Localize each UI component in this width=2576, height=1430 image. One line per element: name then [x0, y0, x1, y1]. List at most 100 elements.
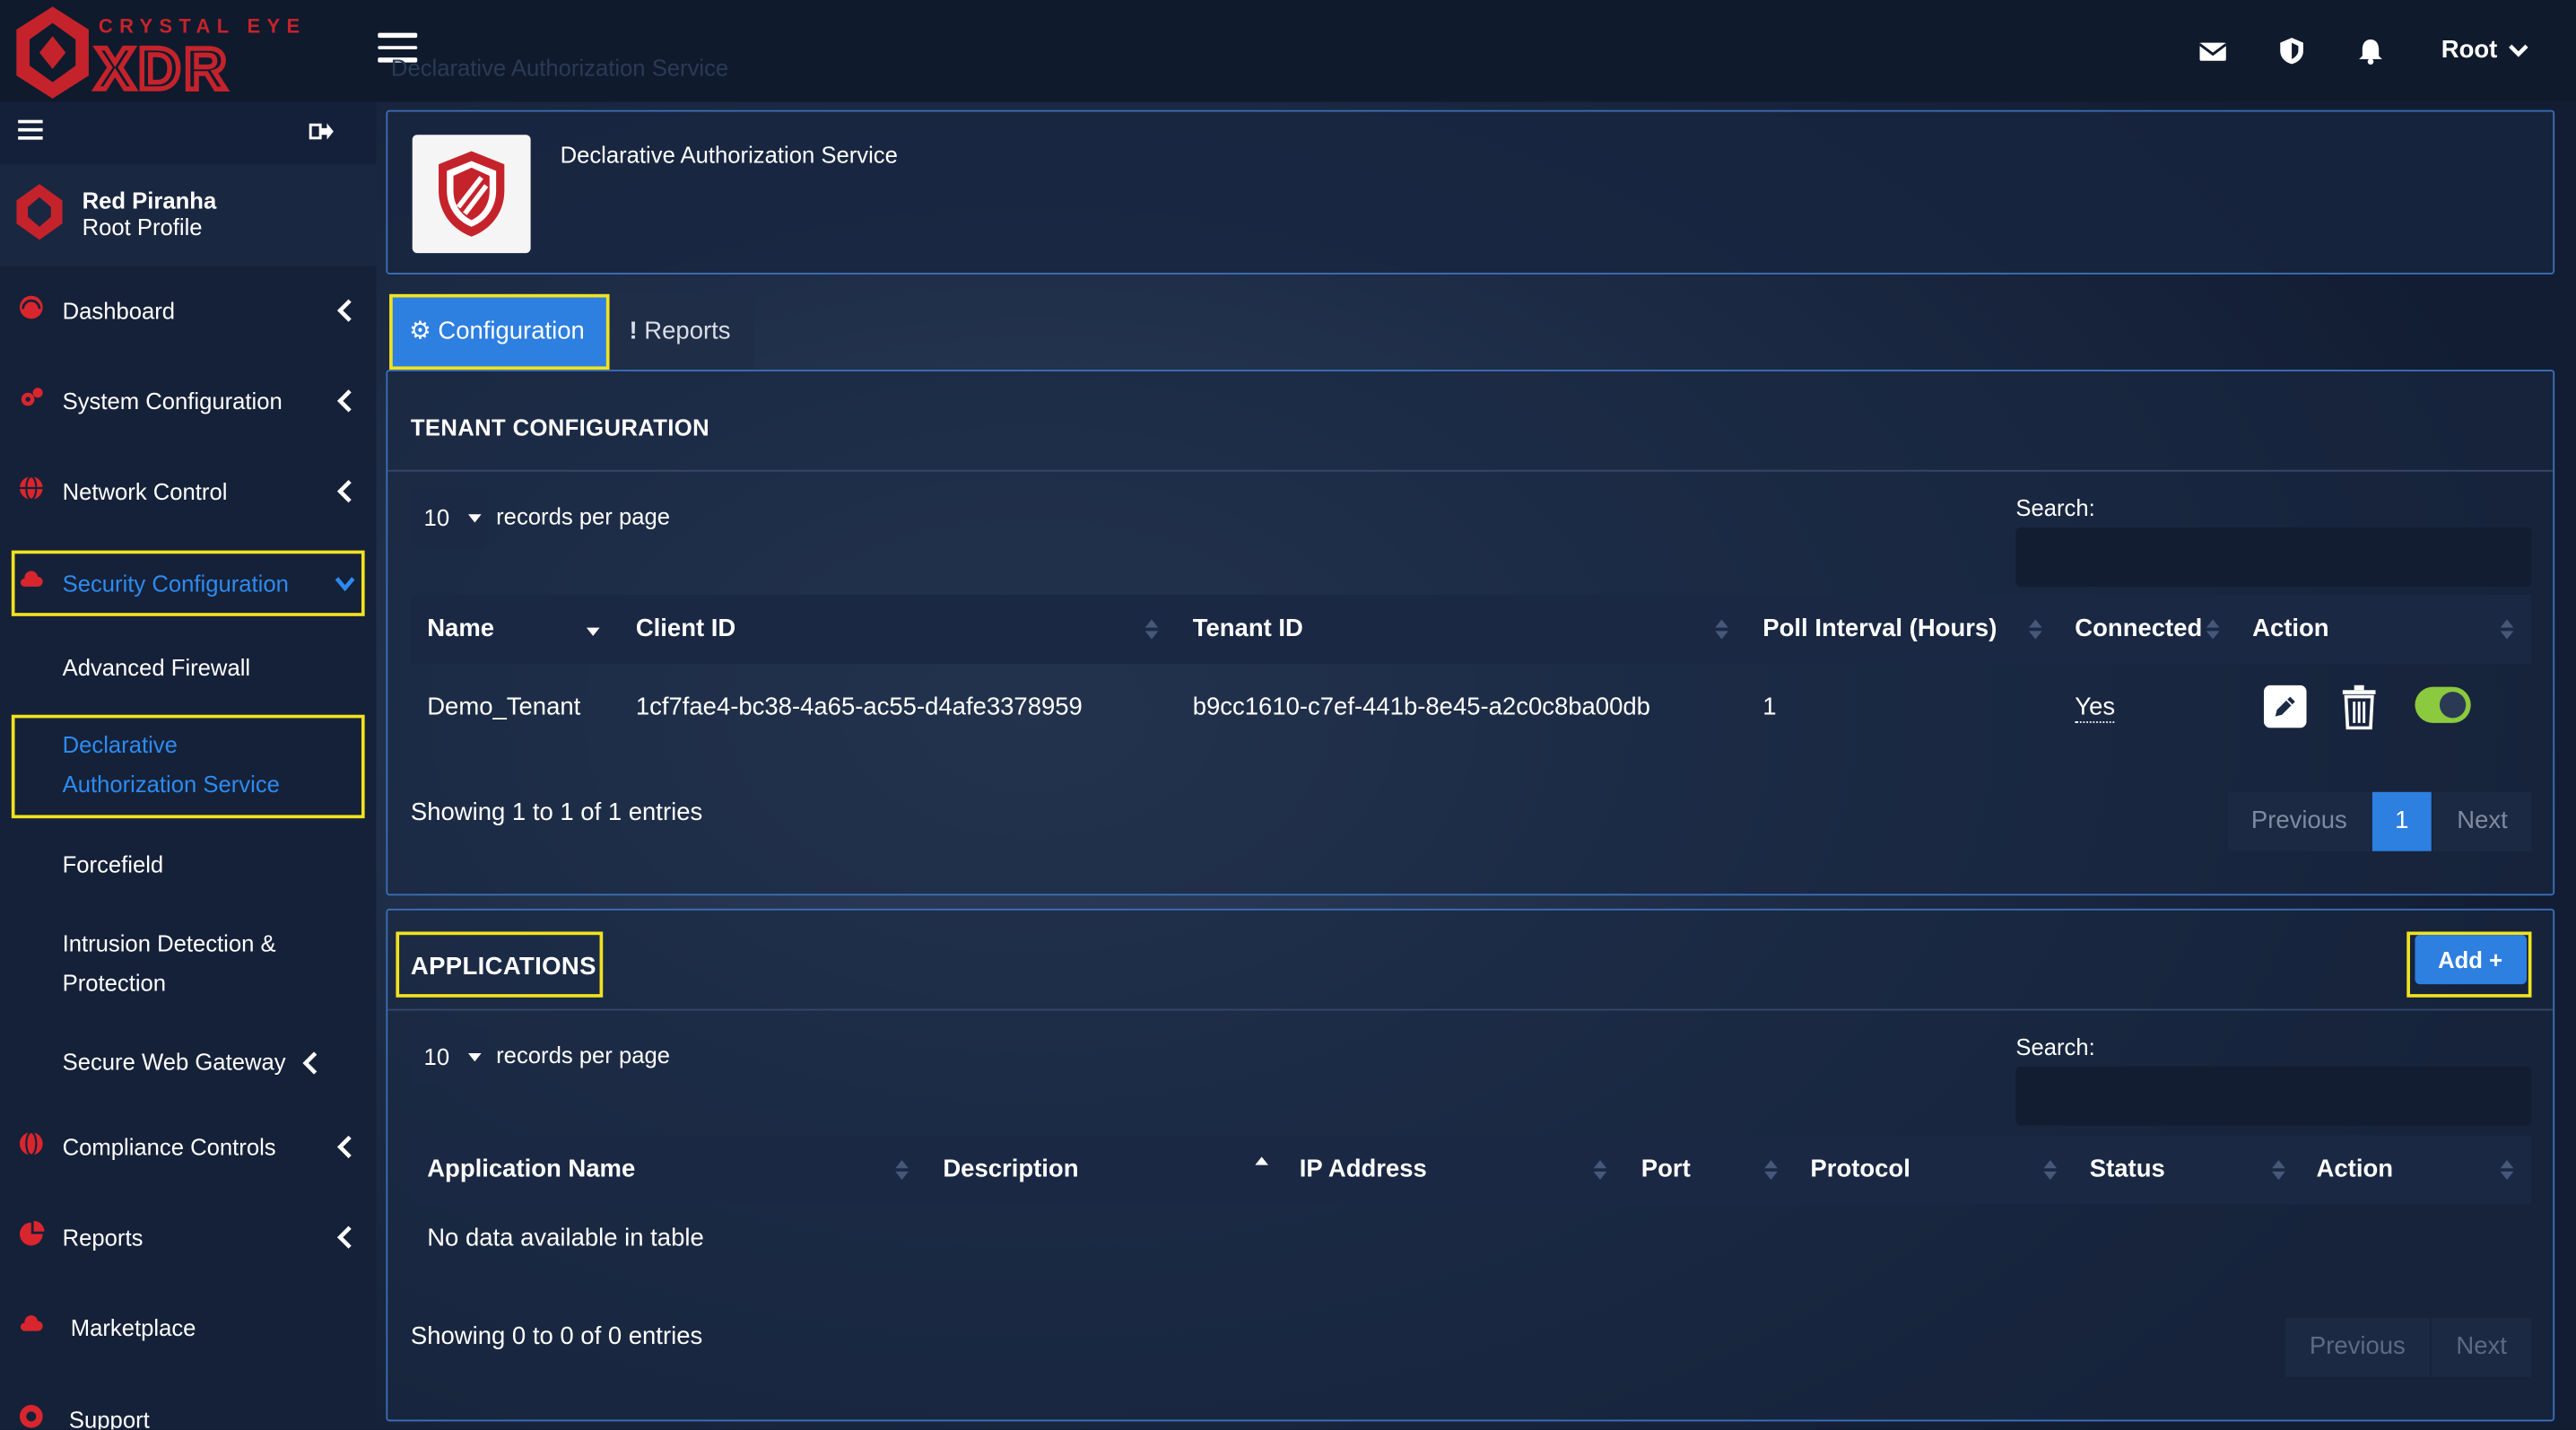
- sidebar-subitem-intrusion-detection[interactable]: Intrusion Detection & Protection: [0, 923, 376, 1002]
- profile-role: Root Profile: [82, 214, 203, 240]
- shield-icon[interactable]: [2277, 36, 2307, 65]
- column-header-description[interactable]: Description: [943, 1155, 1078, 1183]
- sidebar-item-label: Marketplace: [70, 1314, 196, 1341]
- caret-down-icon: [468, 514, 482, 523]
- sort-icon[interactable]: [895, 1158, 909, 1181]
- service-icon-tile: [412, 135, 531, 254]
- column-header-tenant-id[interactable]: Tenant ID: [1193, 615, 1303, 642]
- sort-icon[interactable]: [1764, 1158, 1778, 1181]
- top-bar: CRYSTAL EYE XDR Declarative Authorizatio…: [0, 0, 2576, 102]
- next-button[interactable]: Next: [2431, 1317, 2532, 1377]
- search-label: Search:: [2015, 494, 2095, 521]
- sidebar-item-marketplace[interactable]: Marketplace: [0, 1295, 376, 1360]
- sidebar-item-dashboard[interactable]: Dashboard: [0, 278, 376, 344]
- previous-button[interactable]: Previous: [2284, 1317, 2430, 1377]
- exclamation-icon: !: [629, 317, 638, 345]
- sidebar-header: [0, 101, 377, 161]
- column-header-name[interactable]: Name: [427, 615, 494, 642]
- sort-icon[interactable]: [2029, 618, 2042, 641]
- next-button[interactable]: Next: [2432, 791, 2532, 851]
- sidebar-subitem-label: Secure Web Gateway: [62, 1048, 286, 1075]
- pagination: Previous 1 Next: [2227, 791, 2532, 851]
- mail-icon[interactable]: [2198, 36, 2228, 65]
- page-length-select[interactable]: 10: [410, 487, 488, 547]
- tab-configuration[interactable]: ⚙ Configuration: [389, 293, 610, 371]
- chevron-left-icon: [336, 389, 352, 413]
- pagination: Previous Next: [2284, 1317, 2532, 1377]
- sidebar-item-support[interactable]: Support: [0, 1387, 376, 1429]
- svg-text:XDR: XDR: [95, 35, 230, 101]
- sign-out-icon[interactable]: [309, 118, 335, 144]
- column-header-ip-address[interactable]: IP Address: [1300, 1155, 1427, 1183]
- sidebar-subitem-secure-web-gateway[interactable]: Secure Web Gateway: [0, 1042, 376, 1081]
- column-header-protocol[interactable]: Protocol: [1810, 1155, 1910, 1183]
- cell-tenant-id: b9cc1610-c7ef-441b-8e45-a2c0c8ba00db: [1192, 693, 1650, 722]
- tenant-search-input[interactable]: [2015, 527, 2532, 587]
- sidebar-item-reports[interactable]: Reports: [0, 1205, 376, 1270]
- column-header-client-id[interactable]: Client ID: [636, 615, 735, 642]
- sort-icon[interactable]: [1715, 618, 1728, 641]
- applications-search-input[interactable]: [2015, 1066, 2532, 1126]
- sort-icon[interactable]: [1144, 618, 1159, 641]
- user-menu[interactable]: Root: [2441, 36, 2531, 64]
- cell-name: Demo_Tenant: [427, 693, 581, 722]
- sidebar-subitem-forcefield[interactable]: Forcefield: [63, 844, 164, 884]
- chevron-left-icon: [336, 480, 352, 503]
- records-per-page-label: records per page: [496, 1042, 671, 1068]
- chevron-left-icon: [336, 299, 352, 322]
- previous-button[interactable]: Previous: [2227, 791, 2371, 851]
- records-per-page-label: records per page: [496, 502, 671, 529]
- red-piranha-logo: [16, 184, 63, 240]
- sidebar-subitem-declarative-authorization[interactable]: Declarative Authorization Service: [11, 714, 365, 819]
- sort-icon[interactable]: [2500, 618, 2514, 641]
- column-header-application-name[interactable]: Application Name: [427, 1155, 635, 1183]
- tenant-table-header: Name Client ID Tenant ID Poll Interval (…: [410, 595, 2532, 664]
- sort-desc-icon[interactable]: [586, 624, 600, 648]
- sort-icon[interactable]: [1593, 1158, 1607, 1181]
- tab-reports[interactable]: ! Reports: [613, 293, 754, 371]
- applications-table-header: Application Name Description IP Address …: [410, 1135, 2532, 1205]
- add-application-button[interactable]: Add +: [2415, 935, 2528, 985]
- service-title: Declarative Authorization Service: [560, 141, 898, 168]
- sort-icon[interactable]: [2206, 618, 2220, 641]
- sidebar-item-security-configuration[interactable]: Security Configuration: [11, 550, 365, 616]
- svg-text:CRYSTAL EYE: CRYSTAL EYE: [99, 15, 307, 38]
- cog-icon: ⚙: [409, 317, 431, 345]
- profile-card[interactable]: Red Piranha Root Profile: [0, 164, 377, 266]
- sidebar-subitem-label: Protection: [62, 969, 167, 996]
- cell-client-id: 1cf7fae4-bc38-4a65-ac55-d4afe3378959: [635, 693, 1083, 722]
- edit-pencil-icon[interactable]: [2263, 684, 2307, 728]
- globe-icon: [19, 475, 43, 501]
- plus-icon: +: [2489, 946, 2503, 973]
- column-header-poll-interval[interactable]: Poll Interval (Hours): [1762, 615, 1997, 642]
- applications-panel: APPLICATIONS Add + 10 records per page S…: [386, 908, 2555, 1422]
- column-header-connected[interactable]: Connected: [2075, 615, 2202, 642]
- crystal-eye-xdr-logo[interactable]: CRYSTAL EYE XDR: [13, 4, 318, 102]
- enable-toggle[interactable]: [2415, 686, 2471, 723]
- sort-icon[interactable]: [2500, 1158, 2514, 1181]
- sidebar-subitem-label: Declarative: [62, 731, 178, 758]
- sidebar-subitem-advanced-firewall[interactable]: Advanced Firewall: [63, 648, 251, 687]
- sidebar: Red Piranha Root Profile Dashboard Syste…: [0, 101, 377, 1429]
- column-header-port[interactable]: Port: [1641, 1155, 1691, 1183]
- shield-icon: [439, 151, 505, 237]
- bell-icon[interactable]: [2356, 36, 2386, 65]
- sidebar-collapse-icon[interactable]: [18, 119, 43, 140]
- page-length-select[interactable]: 10: [410, 1026, 488, 1086]
- tab-label: Reports: [644, 317, 731, 345]
- service-header-panel: Declarative Authorization Service: [386, 109, 2555, 275]
- column-header-action[interactable]: Action: [2317, 1155, 2393, 1183]
- sort-icon[interactable]: [2043, 1158, 2058, 1181]
- trash-icon[interactable]: [2339, 684, 2379, 730]
- sidebar-item-system-configuration[interactable]: System Configuration: [0, 368, 376, 433]
- section-title: TENANT CONFIGURATION: [410, 414, 709, 440]
- globe-icon: [19, 1130, 43, 1156]
- sort-asc-icon[interactable]: [1255, 1155, 1268, 1179]
- sidebar-item-compliance-controls[interactable]: Compliance Controls: [0, 1114, 376, 1180]
- page-1-button[interactable]: 1: [2371, 791, 2432, 851]
- column-header-action[interactable]: Action: [2252, 615, 2328, 642]
- column-header-status[interactable]: Status: [2090, 1155, 2165, 1183]
- cell-poll-interval: 1: [1762, 693, 1777, 722]
- sort-icon[interactable]: [2272, 1158, 2285, 1181]
- sidebar-item-network-control[interactable]: Network Control: [0, 458, 376, 524]
